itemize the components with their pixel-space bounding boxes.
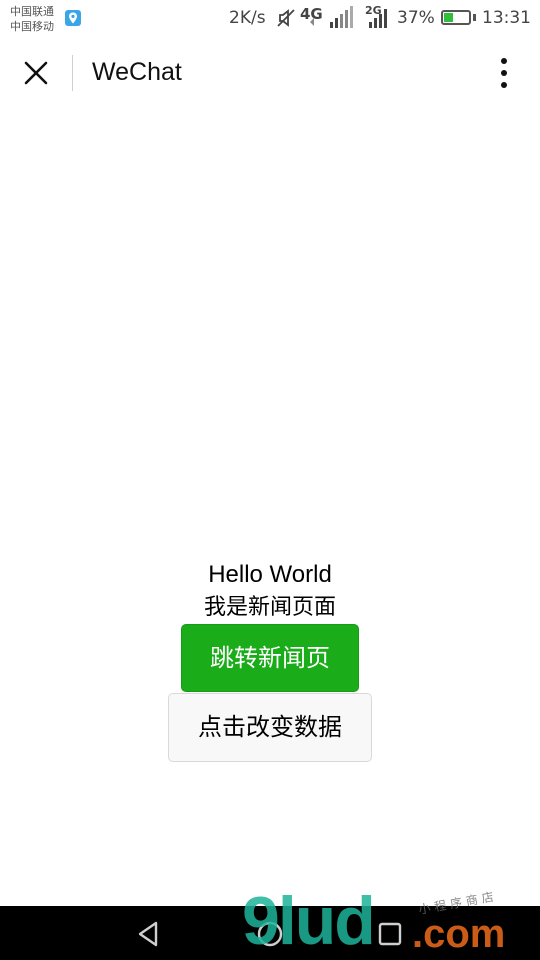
close-icon: [24, 61, 48, 85]
more-vertical-icon-dot: [501, 70, 507, 76]
signal-1-label: 4G: [300, 5, 323, 23]
location-icon: [65, 10, 81, 26]
title-divider: [72, 55, 73, 91]
hello-text: Hello World: [208, 561, 332, 588]
carrier-labels: 中国联通 中国移动: [10, 4, 54, 34]
more-vertical-icon-dot: [501, 82, 507, 88]
clock: 13:31: [482, 8, 531, 28]
more-button[interactable]: [488, 53, 520, 93]
main-content: Hello World 我是新闻页面 跳转新闻页 点击改变数据: [0, 560, 540, 762]
more-vertical-icon: [501, 58, 507, 64]
status-bar: 中国联通 中国移动 2K/s 4G 2G 37% 13:31: [0, 0, 540, 38]
go-to-news-button[interactable]: 跳转新闻页: [181, 624, 359, 692]
battery-icon: [441, 10, 471, 25]
title-bar: WeChat: [0, 38, 540, 108]
navigation-bar: [0, 906, 540, 960]
net-speed: 2K/s: [229, 8, 266, 28]
battery-level: [444, 13, 453, 22]
carrier-1: 中国联通: [10, 5, 54, 18]
battery-nub: [473, 14, 476, 21]
carrier-2: 中国移动: [10, 20, 54, 33]
back-icon[interactable]: [134, 918, 166, 950]
mute-icon: [277, 9, 295, 27]
page-title: WeChat: [92, 58, 182, 86]
change-data-button[interactable]: 点击改变数据: [168, 693, 372, 762]
home-icon[interactable]: [254, 918, 286, 950]
close-button[interactable]: [16, 53, 56, 93]
signal-2-label: 2G: [365, 4, 382, 17]
news-page-text: 我是新闻页面: [203, 595, 336, 620]
battery-percent: 37%: [397, 8, 435, 28]
recent-apps-icon[interactable]: [374, 918, 406, 950]
